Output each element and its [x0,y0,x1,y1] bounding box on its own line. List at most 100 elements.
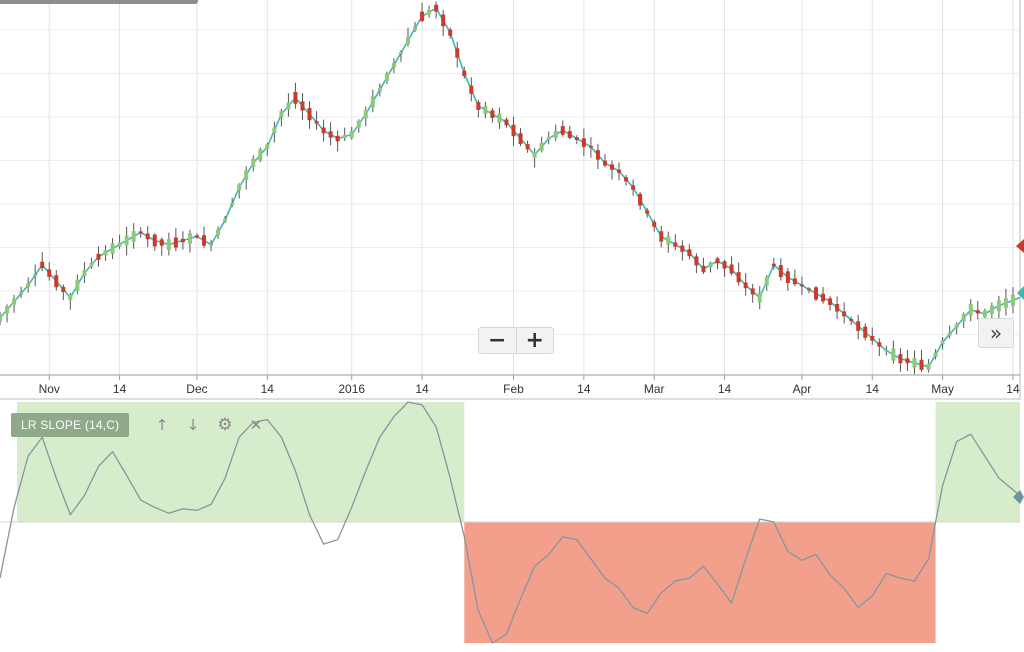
x-tick-label: Dec [186,382,207,396]
candle-body [131,231,136,242]
zoom-controls: − + [478,327,554,354]
candle-body [5,306,10,314]
candle-body [61,286,66,292]
candle-body [152,234,157,247]
candle-body [799,284,804,287]
candle-body [427,9,432,15]
x-tick-label: 14 [577,382,591,396]
candle-body [595,150,600,160]
candle-body [159,239,164,246]
candle-body [321,127,326,134]
candle-body [884,349,889,352]
candle-body [420,11,425,21]
candle-body [771,263,776,267]
close-icon: ✕ [249,416,263,434]
red-band [464,522,936,643]
candle-body [406,37,410,45]
scroll-forward-button[interactable]: » [978,318,1014,348]
candle-body [574,137,579,140]
candle-body [546,136,551,141]
candle-body [0,314,2,322]
candle-body [518,133,523,144]
candle-body [891,348,896,361]
candle-body [82,270,87,277]
candle-body [293,91,298,104]
candle-body [821,293,826,302]
candle-body [230,202,235,206]
candle-body [483,106,488,115]
arrow-up-icon: ↑ [155,416,169,434]
candle-body [968,303,973,316]
candle-body [216,229,221,236]
candle-body [265,144,270,150]
candle-body [1003,298,1008,308]
candle-body [124,235,129,246]
x-axis: Nov 14 Dec 14 2016 14 Feb 14 Mar 14 Apr 14 May 14 [0,374,1020,400]
candle-body [476,102,481,110]
candle-body [166,239,171,251]
candle-body [975,310,980,314]
candle-body [314,121,319,124]
candle-body [1010,294,1015,306]
move-down-button[interactable]: ↓ [183,414,203,436]
candle-body [722,261,727,269]
candle-body [617,169,622,173]
candle-body [989,305,994,315]
candle-body [898,354,903,364]
candle-body [581,138,586,148]
candle-body [145,233,150,240]
candle-body [244,170,249,181]
candle-body [729,264,734,274]
candle-body [103,250,108,256]
candle-body [792,278,797,285]
candle-body [237,184,242,191]
candle-body [849,319,854,321]
candle-body [279,111,284,118]
move-up-button[interactable]: ↑ [152,414,172,436]
candle-body [117,242,122,247]
candle-body [624,177,629,182]
zoom-out-button[interactable]: − [479,328,517,353]
candle-body [870,335,875,341]
x-tick-label: 14 [866,382,880,396]
candle-body [659,231,664,242]
arrow-down-icon: ↓ [186,416,200,434]
candle-body [553,130,558,139]
candle-body [673,242,678,247]
candle-body [286,102,291,110]
candle-body [180,238,185,243]
x-tick-label: Feb [503,382,524,396]
candle-body [806,288,811,291]
candle-body [434,4,439,12]
candle-body [961,314,966,322]
candle-body [947,332,952,336]
candle-body [413,26,418,31]
candle-body [89,262,94,267]
candle-body [778,265,783,278]
candle-body [933,352,938,357]
zoom-in-button[interactable]: + [517,328,554,353]
candle-body [96,253,101,260]
candle-body [638,193,643,206]
remove-study-button[interactable]: ✕ [246,414,266,436]
candle-body [377,87,382,92]
candle-body [602,160,607,166]
x-tick-label: Apr [793,382,812,396]
candle-body [912,357,917,368]
candle-body [300,101,305,111]
candle-body [877,342,882,347]
candle-body [687,249,692,257]
study-label[interactable]: LR SLOPE (14,C) [11,413,130,437]
study-settings-button[interactable]: ⚙ [215,414,235,436]
candle-body [251,158,256,168]
ma-path [0,7,1021,368]
candle-body [856,321,861,331]
x-tick-label: 14 [1006,382,1020,396]
x-tick-label: 14 [718,382,732,396]
candle-body [462,70,467,77]
candle-body [469,85,474,94]
chart-area[interactable]: Nov 14 Dec 14 2016 14 Feb 14 Mar 14 Apr 14 May 14 [0,0,1024,652]
candle-body [680,245,685,252]
candle-body [33,274,38,277]
candle-body [567,131,572,138]
